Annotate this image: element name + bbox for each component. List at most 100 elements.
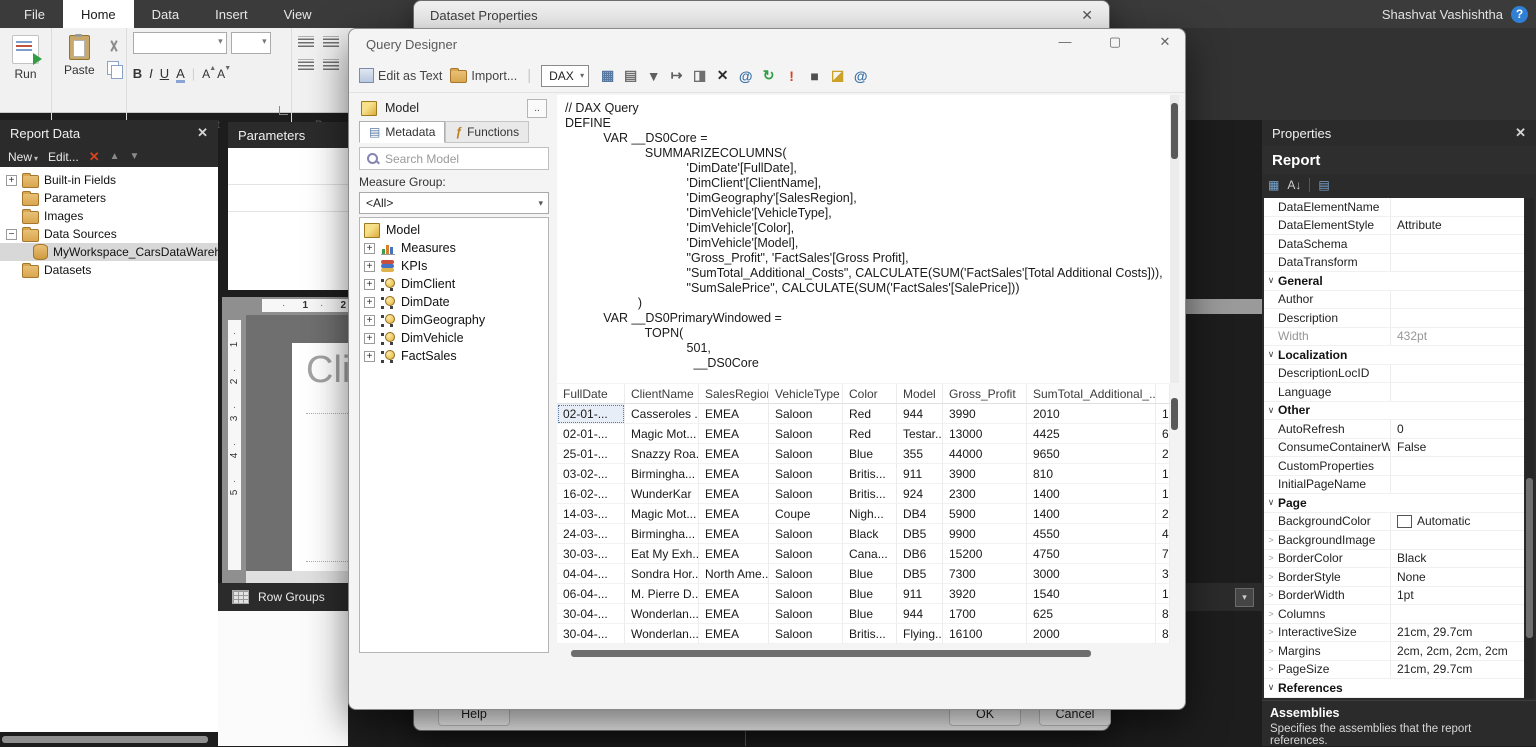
column-header-clientname[interactable]: ClientName	[625, 384, 699, 404]
minimize-icon[interactable]: —	[1055, 34, 1075, 50]
align-left-button[interactable]	[297, 59, 314, 70]
cancel-query-icon[interactable]: !	[781, 65, 802, 86]
table-cell[interactable]: Blue	[843, 444, 897, 464]
tab-data[interactable]: Data	[134, 0, 197, 28]
tab-file[interactable]: File	[6, 0, 63, 28]
table-cell[interactable]: DB5	[897, 564, 943, 584]
table-cell[interactable]: 03-02-...	[557, 464, 625, 484]
table-cell[interactable]: 1	[1156, 464, 1170, 484]
shrink-font-button[interactable]: A ▼	[217, 65, 231, 81]
table-cell[interactable]: Coupe	[769, 504, 843, 524]
table-cell[interactable]: 30-03-...	[557, 544, 625, 564]
table-cell[interactable]: 2300	[943, 484, 1027, 504]
tree-item-parameters[interactable]: Parameters	[0, 189, 218, 207]
show-aggregations-icon[interactable]: ▦	[597, 65, 618, 86]
table-cell[interactable]: 355	[897, 444, 943, 464]
expand-icon[interactable]: >	[1264, 590, 1278, 600]
table-cell[interactable]: 4	[1156, 524, 1170, 544]
expand-icon[interactable]: >	[1264, 553, 1278, 563]
table-cell[interactable]: Sondra Hor...	[625, 564, 699, 584]
property-value[interactable]: 432pt	[1390, 327, 1524, 345]
delete-icon[interactable]: ✕	[712, 65, 733, 86]
property-value[interactable]: 21cm, 29.7cm	[1390, 623, 1524, 641]
property-category-references[interactable]: ∨ References	[1264, 679, 1524, 698]
property-value[interactable]: 0	[1390, 420, 1524, 438]
table-cell[interactable]: 924	[897, 484, 943, 504]
table-cell[interactable]: 15200	[943, 544, 1027, 564]
cut-icon[interactable]	[107, 40, 120, 53]
model-tree-item-kpis[interactable]: + KPIs	[364, 257, 548, 275]
table-cell[interactable]: Wonderlan...	[625, 604, 699, 624]
move-up-icon[interactable]: ▲	[110, 151, 120, 162]
grow-font-button[interactable]: A ▲	[202, 65, 216, 81]
table-cell[interactable]: 04-04-...	[557, 564, 625, 584]
column-header-fulldate[interactable]: FullDate	[557, 384, 625, 404]
table-cell[interactable]: Blue	[843, 584, 897, 604]
table-cell[interactable]: 911	[897, 464, 943, 484]
close-icon[interactable]: ✕	[1155, 34, 1175, 50]
table-cell[interactable]: 3	[1156, 564, 1170, 584]
add-calculated-member-icon[interactable]: ▤	[620, 65, 641, 86]
column-header-sumtotal-additional[interactable]: SumTotal_Additional_...	[1027, 384, 1156, 404]
table-cell[interactable]: 1400	[1027, 504, 1156, 524]
search-model-input[interactable]: Search Model	[359, 147, 549, 170]
tab-home[interactable]: Home	[62, 0, 134, 28]
table-cell[interactable]: 16-02-...	[557, 484, 625, 504]
table-cell[interactable]: Birmingha...	[625, 524, 699, 544]
table-cell[interactable]: 7	[1156, 544, 1170, 564]
table-cell[interactable]: 3900	[943, 464, 1027, 484]
property-value[interactable]: Automatic	[1390, 512, 1524, 530]
table-cell[interactable]: EMEA	[699, 464, 769, 484]
table-cell[interactable]: 9650	[1027, 444, 1156, 464]
chevron-down-icon[interactable]: ∨	[1264, 682, 1278, 693]
property-value[interactable]	[1390, 531, 1524, 549]
table-cell[interactable]: Magic Mot...	[625, 504, 699, 524]
font-dialog-launcher-icon[interactable]	[278, 106, 288, 115]
expander-icon[interactable]: +	[364, 260, 375, 272]
table-row[interactable]: 30-04-... Wonderlan... EMEA Saloon Britis...…	[557, 624, 1170, 644]
table-cell[interactable]: Britis...	[843, 484, 897, 504]
table-cell[interactable]: Testar...	[897, 424, 943, 444]
move-down-icon[interactable]: ▼	[130, 151, 140, 162]
tab-insert[interactable]: Insert	[197, 0, 266, 28]
table-hscrollbar[interactable]	[557, 649, 1179, 658]
align-center-button[interactable]	[322, 59, 339, 70]
property-value[interactable]	[1390, 457, 1524, 475]
table-cell[interactable]: Cana...	[843, 544, 897, 564]
close-icon[interactable]: ✕	[197, 125, 208, 141]
tree-item-datasets[interactable]: Datasets	[0, 261, 218, 279]
expand-icon[interactable]: >	[1264, 572, 1278, 582]
table-cell[interactable]: 30-04-...	[557, 604, 625, 624]
table-cell[interactable]: 14-03-...	[557, 504, 625, 524]
property-value[interactable]	[1390, 290, 1524, 308]
table-cell[interactable]: Saloon	[769, 404, 843, 424]
copy-icon[interactable]	[106, 61, 123, 79]
close-icon[interactable]: ✕	[1081, 7, 1093, 24]
table-cell[interactable]: Britis...	[843, 464, 897, 484]
table-cell[interactable]: 9900	[943, 524, 1027, 544]
expander-icon[interactable]: +	[364, 350, 375, 362]
property-value[interactable]: False	[1390, 438, 1524, 456]
table-row[interactable]: 06-04-... M. Pierre D... EMEA Saloon Blue 911…	[557, 584, 1170, 604]
property-value[interactable]	[1390, 235, 1524, 253]
table-cell[interactable]: WunderKar	[625, 484, 699, 504]
table-cell[interactable]: Blue	[843, 604, 897, 624]
table-cell[interactable]: 1	[1156, 484, 1170, 504]
property-value[interactable]	[1390, 364, 1524, 382]
table-cell[interactable]: 25-01-...	[557, 444, 625, 464]
design-mode-icon[interactable]: ◪	[827, 65, 848, 86]
column-header-salesregion[interactable]: SalesRegion	[699, 384, 769, 404]
chevron-down-icon[interactable]: ∨	[1264, 275, 1278, 286]
align-middle-button[interactable]	[322, 36, 339, 47]
help-icon[interactable]: ?	[1511, 5, 1528, 23]
expander-icon[interactable]: −	[6, 228, 17, 240]
import-button[interactable]: Import...	[450, 68, 517, 83]
table-row[interactable]: 03-02-... Birmingha... EMEA Saloon Britis...…	[557, 464, 1170, 484]
table-cell[interactable]: EMEA	[699, 544, 769, 564]
table-cell[interactable]: 3990	[943, 404, 1027, 424]
model-more-button[interactable]: ..	[527, 98, 547, 118]
table-cell[interactable]: 02-01-...	[557, 404, 625, 424]
table-cell[interactable]: DB6	[897, 544, 943, 564]
dax-query-editor[interactable]: // DAX Query DEFINE VAR __DS0Core = SUMMA…	[557, 95, 1179, 383]
table-cell[interactable]: Wonderlan...	[625, 624, 699, 644]
